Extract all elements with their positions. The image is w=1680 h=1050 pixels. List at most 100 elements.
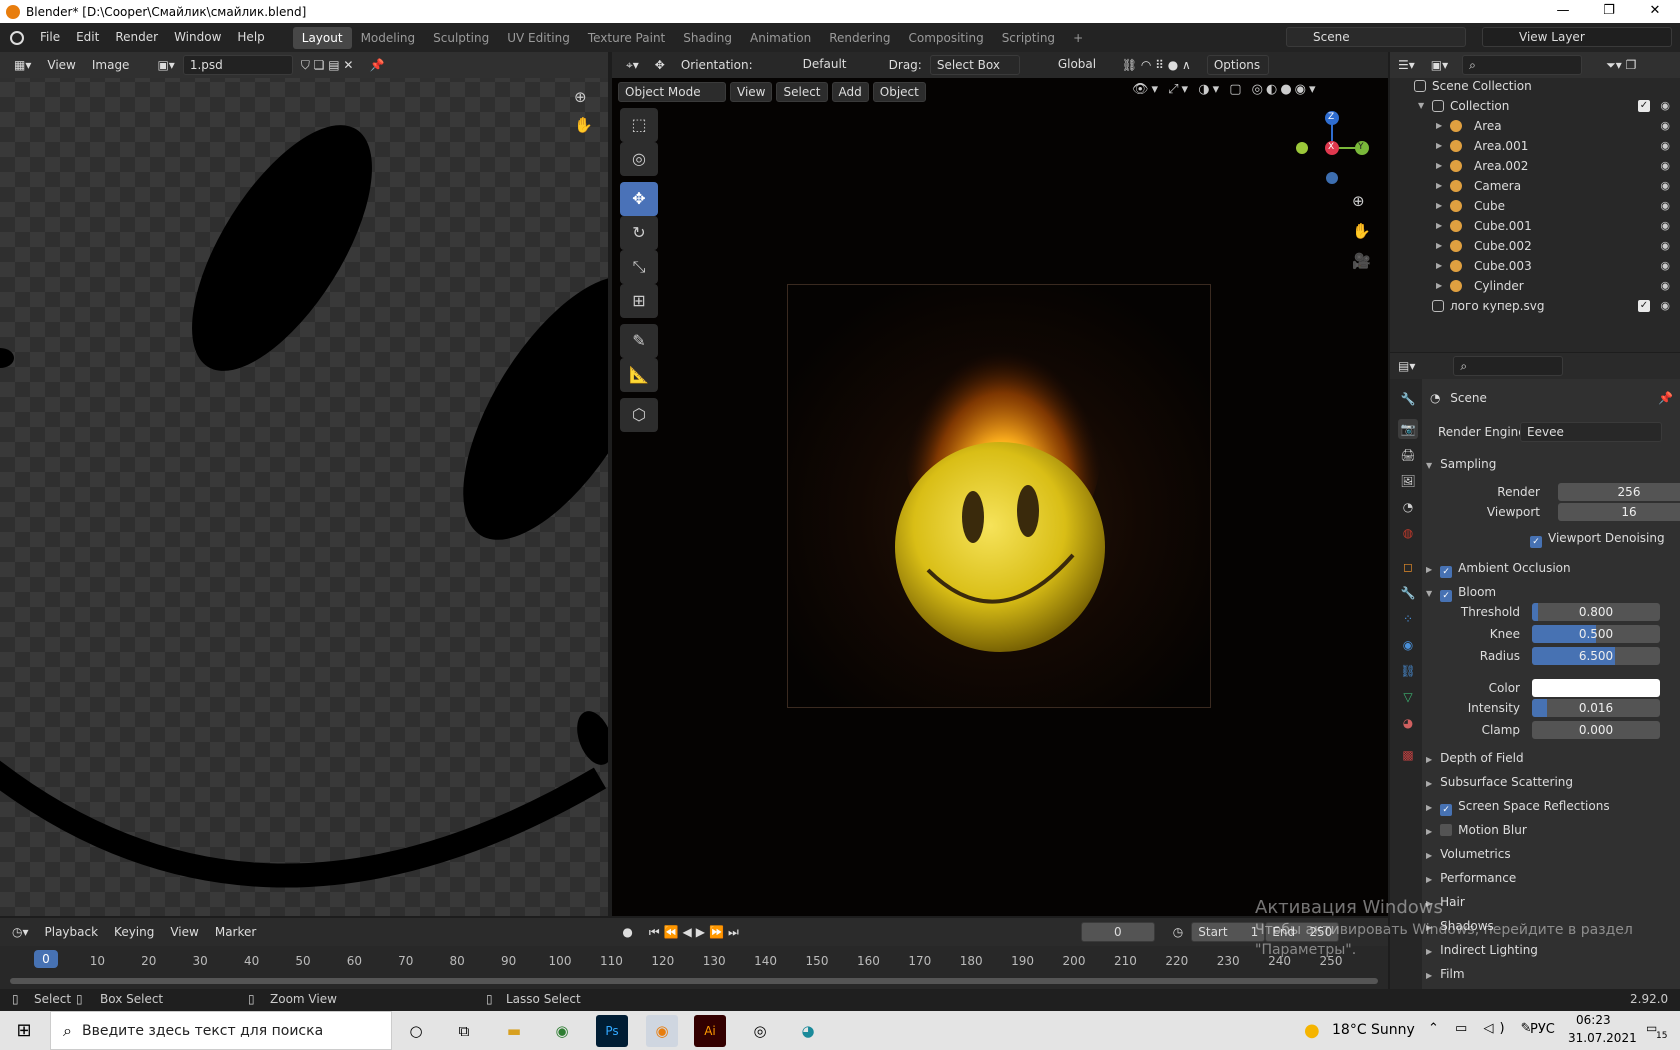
- expand-icon[interactable]: ▶: [1436, 176, 1442, 196]
- eye-icon[interactable]: ◉: [1660, 216, 1670, 236]
- properties-editor[interactable]: ▤▾ ⌕ 🔧 📷 🖨 🖼 ◔ ◍ ◻ 🔧 ⁘ ◉ ⛓ ▽ ◕ ▩ ◔ Scene…: [1390, 353, 1680, 989]
- image-name-field[interactable]: 1.psd: [182, 55, 293, 75]
- properties-panel[interactable]: ▶ Motion Blur: [1426, 819, 1676, 841]
- illustrator-icon[interactable]: Ai: [694, 1015, 726, 1047]
- outliner-item[interactable]: ▶ Cube ◉: [1390, 196, 1680, 216]
- tab-uv-editing[interactable]: UV Editing: [498, 27, 579, 49]
- options-dropdown[interactable]: Options: [1206, 55, 1269, 75]
- expand-icon[interactable]: ▶: [1436, 256, 1442, 276]
- eye-icon[interactable]: ◉: [1660, 116, 1670, 136]
- panel-checkbox[interactable]: ✓: [1440, 804, 1453, 816]
- timeline-view-menu[interactable]: View: [162, 925, 206, 939]
- view-layer-tab-icon[interactable]: 🖼: [1398, 471, 1418, 491]
- properties-panel[interactable]: ▶ Hair: [1426, 891, 1676, 913]
- cursor-tool[interactable]: ◎: [620, 142, 658, 176]
- properties-panel[interactable]: ▶ ✓ Screen Space Reflections: [1426, 795, 1676, 817]
- windows-start-icon[interactable]: ⊞: [8, 1015, 40, 1047]
- properties-panel[interactable]: ▶ Film: [1426, 963, 1676, 985]
- minimize-button[interactable]: —: [1540, 0, 1586, 23]
- keying-menu[interactable]: Keying: [106, 925, 162, 939]
- image-browse-icon[interactable]: ▣▾: [149, 58, 182, 72]
- expand-icon[interactable]: ▶: [1436, 116, 1442, 136]
- editor-type-icon[interactable]: ▦▾: [6, 58, 39, 72]
- properties-type-icon[interactable]: ▤▾: [1390, 359, 1423, 373]
- add-workspace-button[interactable]: +: [1064, 27, 1092, 49]
- tool-tab-icon[interactable]: 🔧: [1398, 389, 1418, 409]
- outliner-item[interactable]: ▶ Cylinder ◉: [1390, 276, 1680, 296]
- scene-selector[interactable]: Scene: [1286, 27, 1466, 47]
- bloom-field-slider[interactable]: 6.500: [1532, 647, 1660, 665]
- eye-icon[interactable]: ◉: [1660, 196, 1670, 216]
- tab-rendering[interactable]: Rendering: [820, 27, 899, 49]
- blender-menu-icon[interactable]: [10, 30, 24, 45]
- tab-modeling[interactable]: Modeling: [352, 27, 425, 49]
- world-tab-icon[interactable]: ◍: [1398, 523, 1418, 543]
- properties-panel[interactable]: ▶ Depth of Field: [1426, 747, 1676, 769]
- viewport-object-menu[interactable]: Object: [872, 82, 926, 102]
- bloom-color-swatch[interactable]: [1532, 679, 1660, 697]
- eye-icon[interactable]: ◉: [1660, 156, 1670, 176]
- display-mode-icon[interactable]: ▣▾: [1423, 58, 1456, 72]
- close-button[interactable]: ✕: [1632, 0, 1678, 23]
- properties-panel[interactable]: ▶ Indirect Lighting: [1426, 939, 1676, 961]
- viewport-select-menu[interactable]: Select: [776, 82, 828, 102]
- eye-icon[interactable]: ◉: [1660, 296, 1670, 316]
- texture-tab-icon[interactable]: ▩: [1398, 745, 1418, 765]
- tab-animation[interactable]: Animation: [741, 27, 820, 49]
- pin-icon[interactable]: 📌: [361, 58, 392, 72]
- bloom-field-slider[interactable]: 0.800: [1532, 603, 1660, 621]
- render-tab-icon[interactable]: 📷: [1398, 419, 1418, 439]
- bloom-field-slider[interactable]: 0.000: [1532, 721, 1660, 739]
- eye-icon[interactable]: ◉: [1660, 136, 1670, 156]
- scale-tool[interactable]: ⤡: [620, 250, 658, 284]
- expand-icon[interactable]: ▶: [1436, 196, 1442, 216]
- outliner-item[interactable]: ▶ Cube.001 ◉: [1390, 216, 1680, 236]
- marker-menu[interactable]: Marker: [207, 925, 264, 939]
- properties-panel[interactable]: ▶ Performance: [1426, 867, 1676, 889]
- blender-taskbar-icon[interactable]: ◉: [646, 1015, 678, 1047]
- object-tab-icon[interactable]: ◻: [1398, 557, 1418, 577]
- scene-tab-icon[interactable]: ◔: [1398, 497, 1418, 517]
- transform-tool[interactable]: ⊞: [620, 284, 658, 318]
- playback-controls[interactable]: ⏮⏪◀▶⏩⏭: [641, 925, 751, 940]
- frame-ruler[interactable]: 0 10 20 30 40 50 60 70 80 90 100 110 120 130 140 150 160…: [0, 946, 1388, 976]
- scene-collection-row[interactable]: Scene Collection: [1390, 76, 1680, 96]
- collapse-icon[interactable]: ▼: [1418, 96, 1424, 116]
- menu-file[interactable]: File: [32, 23, 68, 52]
- sampling-panel[interactable]: ▼ Sampling: [1426, 453, 1676, 475]
- outliner-item[interactable]: ▶ Area.002 ◉: [1390, 156, 1680, 176]
- expand-icon[interactable]: ▶: [1436, 276, 1442, 296]
- eye-icon[interactable]: ◉: [1660, 176, 1670, 196]
- taskbar-search[interactable]: ⌕ Введите здесь текст для поиска: [50, 1011, 392, 1050]
- tray-icons[interactable]: ⌃ ▭ ◁) ✎: [1428, 1021, 1538, 1036]
- tab-sculpting[interactable]: Sculpting: [424, 27, 498, 49]
- filter-icon[interactable]: ⏷▾ ❐: [1598, 58, 1644, 73]
- denoise-checkbox[interactable]: ✓: [1530, 536, 1542, 548]
- photoshop-icon[interactable]: Ps: [596, 1015, 628, 1047]
- move-mode-icon[interactable]: ✥: [647, 58, 673, 72]
- viewport-zoom-icon[interactable]: ⊕: [1352, 192, 1365, 210]
- menu-help[interactable]: Help: [229, 23, 272, 52]
- task-view-icon[interactable]: ⧉: [448, 1015, 480, 1047]
- tab-scripting[interactable]: Scripting: [993, 27, 1064, 49]
- modifier-tab-icon[interactable]: 🔧: [1398, 583, 1418, 603]
- eye-icon[interactable]: ◉: [1660, 96, 1670, 116]
- outliner-item[interactable]: ▶ Area.001 ◉: [1390, 136, 1680, 156]
- outliner[interactable]: ☰▾ ▣▾ ⌕ ⏷▾ ❐ Scene Collection ▼ Collecti…: [1390, 52, 1680, 352]
- app-icon-2[interactable]: ◕: [792, 1015, 824, 1047]
- exclude-checkbox[interactable]: ✓: [1638, 100, 1650, 112]
- eye-icon[interactable]: ◉: [1660, 276, 1670, 296]
- denoise-row[interactable]: ✓ Viewport Denoising: [1530, 527, 1680, 549]
- viewport-samples-field[interactable]: 16: [1558, 503, 1680, 521]
- image-menu[interactable]: Image: [84, 58, 138, 72]
- outliner-item[interactable]: ▶ Cube.003 ◉: [1390, 256, 1680, 276]
- svg-collection-row[interactable]: лого купер.svg ✓ ◉: [1390, 296, 1680, 316]
- language-indicator[interactable]: РУС: [1530, 1022, 1555, 1037]
- viewport-pan-icon[interactable]: ✋: [1352, 222, 1371, 240]
- image-view-menu[interactable]: View: [39, 58, 83, 72]
- taskbar-search-input[interactable]: Введите здесь текст для поиска: [82, 1023, 323, 1039]
- viewport-add-menu[interactable]: Add: [831, 82, 869, 102]
- app-icon[interactable]: ◎: [744, 1015, 776, 1047]
- outliner-item[interactable]: ▶ Cube.002 ◉: [1390, 236, 1680, 256]
- outliner-item[interactable]: ▶ Camera ◉: [1390, 176, 1680, 196]
